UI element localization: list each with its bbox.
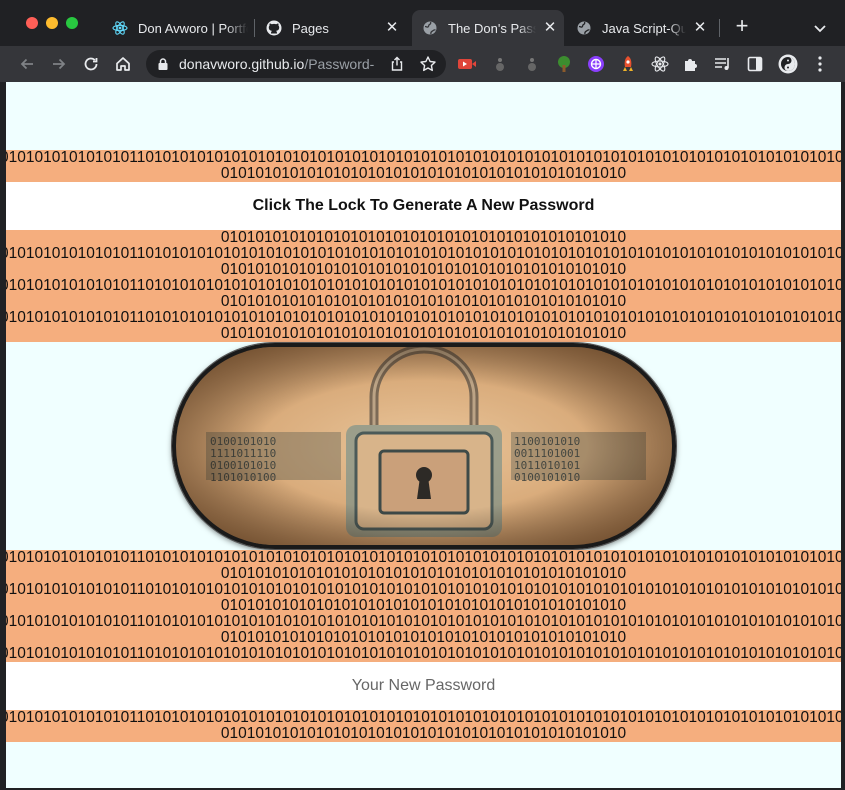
tab-search-chevron-icon[interactable] [810,18,830,38]
new-tab-button[interactable]: + [731,15,753,38]
binary-text: 0101010101010101010101010101010101010101… [220,230,627,246]
tab-quiz[interactable]: Java Script-Quiz ✕ [568,10,714,46]
binary-band: 0101010101010101101010101010101010101010… [6,550,841,662]
reload-icon [84,57,98,71]
binary-text: 0101010101010101010101010101010101010101… [220,165,627,182]
binary-text: 0101010101010101101010101010101010101010… [6,710,841,726]
minimize-window-button[interactable] [46,17,58,29]
padlock-icon [158,58,168,70]
tab-pages[interactable]: Pages ✕ [258,10,408,46]
binary-text: 0101010101010101010101010101010101010101… [220,293,627,310]
binary-text: 0101010101010101101010101010101010101010… [6,550,841,566]
profile-avatar[interactable] [778,54,798,74]
binary-text: 0101010101010101010101010101010101010101… [220,325,627,342]
purple-extension-icon[interactable] [586,54,606,74]
tab-title: Don Avworo | Portfolio [138,20,248,36]
puzzle-extensions-icon[interactable] [681,54,701,74]
tab-title: Pages [292,20,329,36]
video-extension-icon[interactable] [457,54,477,74]
binary-text: 0101010101010101101010101010101010101010… [6,581,841,598]
tab-separator [254,19,255,37]
binary-text: 0101010101010101101010101010101010101010… [6,613,841,630]
extension-grey-icon[interactable] [522,54,542,74]
close-tab-icon[interactable]: ✕ [542,20,558,36]
url-host: donavworo.github.io [179,56,305,72]
home-button[interactable] [111,52,135,76]
url-text: donavworo.github.io/Password-Generator/ [179,56,375,72]
headline-band: Click The Lock To Generate A New Passwor… [6,182,841,230]
close-tab-icon[interactable]: ✕ [692,20,708,36]
forward-button[interactable] [47,52,71,76]
home-icon [116,57,130,71]
tab-password-generator[interactable]: The Don's Password Generator ✕ [412,10,564,46]
address-bar[interactable]: donavworo.github.io/Password-Generator/ [146,50,446,78]
url-path: /Password-Generator/ [304,56,375,72]
github-icon [266,20,282,36]
browser-window: Don Avworo | Portfolio Pages ✕ The Don's… [0,0,845,790]
page-viewport: 0101010101010101101010101010101010101010… [6,82,841,788]
back-arrow-icon [20,58,33,70]
binary-band: 0101010101010101101010101010101010101010… [6,710,841,742]
page-headline: Click The Lock To Generate A New Passwor… [252,197,595,214]
back-button[interactable] [15,52,39,76]
binary-text: 0101010101010101010101010101010101010101… [220,629,627,646]
binary-text: 0101010101010101010101010101010101010101… [220,261,627,278]
extension-grey-icon[interactable] [490,54,510,74]
kebab-menu-icon[interactable] [810,54,830,74]
binary-band: 0101010101010101101010101010101010101010… [6,150,841,182]
generate-password-lock-button[interactable]: 0100101010 1111011110 0100101010 1101010… [172,343,676,549]
react-devtools-icon[interactable] [650,54,670,74]
rocket-extension-icon[interactable] [618,54,638,74]
binary-text: 0101010101010101101010101010101010101010… [6,277,841,294]
close-tab-icon[interactable]: ✕ [384,20,400,36]
react-icon [112,20,128,36]
binary-text: 0101010101010101010101010101010101010101… [220,597,627,614]
globe-icon [576,20,592,36]
window-edge [841,82,845,790]
tab-title: The Don's Password Generator [448,20,536,36]
reload-button[interactable] [79,52,103,76]
globe-icon [422,20,438,36]
maximize-window-button[interactable] [66,17,78,29]
tab-title: Java Script-Quiz [602,20,686,36]
bookmark-star-icon[interactable] [419,55,437,73]
tab-strip: Don Avworo | Portfolio Pages ✕ The Don's… [0,0,845,46]
password-band [6,662,841,710]
binary-text: 0101010101010101101010101010101010101010… [6,645,841,662]
padlock-image: 0100101010 1111011110 0100101010 1101010… [176,347,672,545]
close-window-button[interactable] [26,17,38,29]
binary-text: 0101010101010101010101010101010101010101… [220,725,627,742]
share-icon[interactable] [389,56,405,72]
binary-text: 0101010101010101101010101010101010101010… [6,150,841,166]
password-output-field[interactable] [6,677,841,695]
tab-portfolio[interactable]: Don Avworo | Portfolio [104,10,254,46]
side-panel-icon[interactable] [745,54,765,74]
tab-separator [719,19,720,37]
binary-text: 0101010101010101101010101010101010101010… [6,245,841,262]
forward-arrow-icon [53,58,66,70]
browser-toolbar: donavworo.github.io/Password-Generator/ [0,46,845,82]
binary-text: 0101010101010101101010101010101010101010… [6,309,841,326]
binary-text: 0101010101010101010101010101010101010101… [220,565,627,582]
tree-extension-icon[interactable] [554,54,574,74]
media-queue-icon[interactable] [713,54,733,74]
binary-band: 0101010101010101010101010101010101010101… [6,230,841,342]
